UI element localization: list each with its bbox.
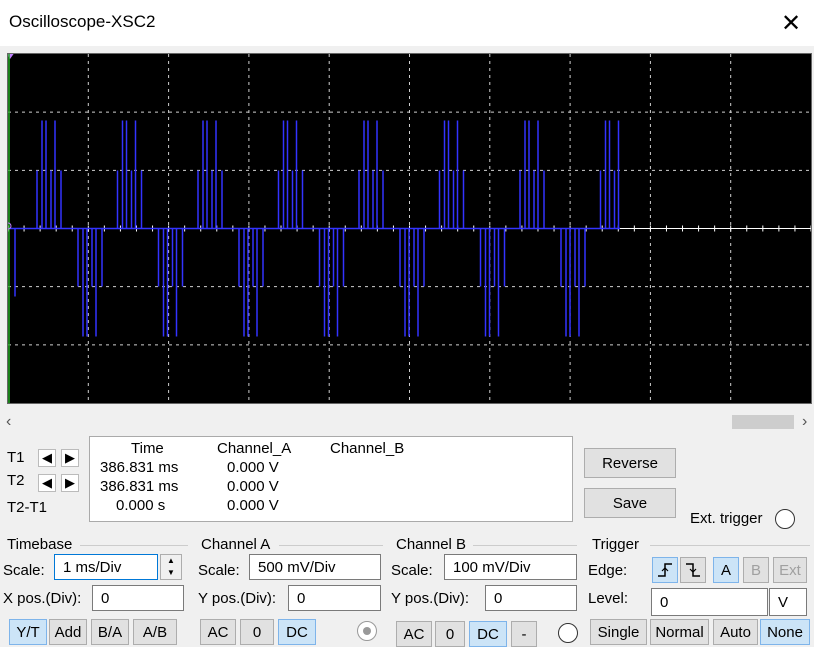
falling-edge-icon[interactable]: [680, 557, 706, 583]
close-icon[interactable]: ✕: [768, 0, 814, 46]
t1-time: 386.831 ms: [100, 459, 179, 476]
channel-b-ypos-input[interactable]: 0: [485, 585, 577, 611]
mode-ab-button[interactable]: A/B: [133, 619, 177, 645]
timebase-xpos-label: X pos.(Div):: [3, 590, 82, 607]
mode-add-button[interactable]: Add: [49, 619, 87, 645]
oscilloscope-screen: [7, 53, 812, 404]
timebase-xpos-input[interactable]: 0: [92, 585, 184, 611]
t1-label: T1: [7, 449, 25, 466]
title-bar: Oscilloscope-XSC2 ✕: [0, 0, 814, 46]
channel-a-ypos-label: Y pos.(Div):: [198, 590, 277, 607]
trigger-auto-button[interactable]: Auto: [713, 619, 758, 645]
ext-trigger-label: Ext. trigger: [690, 510, 763, 527]
trigger-level-label: Level:: [588, 590, 629, 607]
t2-t1-label: T2-T1: [7, 499, 48, 516]
trigger-source-a-button[interactable]: A: [713, 557, 739, 583]
channel-a-ypos-input[interactable]: 0: [288, 585, 381, 611]
save-button[interactable]: Save: [584, 488, 676, 518]
trigger-level-unit[interactable]: V: [769, 588, 807, 616]
channel-a-zero-button[interactable]: 0: [240, 619, 274, 645]
horizontal-scrollbar[interactable]: ‹ ›: [0, 413, 814, 431]
channel-b-minus-button[interactable]: -: [511, 621, 537, 647]
scope-frame: [0, 46, 814, 410]
channel-b-ypos-label: Y pos.(Div):: [391, 590, 470, 607]
timebase-title: Timebase: [7, 536, 73, 553]
header-channel-a: Channel_A: [217, 440, 292, 457]
t1-right-arrow-icon[interactable]: ▶: [61, 449, 79, 467]
rising-edge-icon[interactable]: [652, 557, 678, 583]
trigger-none-button[interactable]: None: [760, 619, 810, 645]
trigger-source-ext-button[interactable]: Ext: [773, 557, 807, 583]
header-time: Time: [131, 440, 164, 457]
scroll-thumb[interactable]: [732, 415, 794, 429]
channel-a-ac-button[interactable]: AC: [200, 619, 236, 645]
scroll-left-icon[interactable]: ‹: [6, 413, 11, 431]
cursor-readout: Time Channel_A Channel_B 386.831 ms 0.00…: [89, 436, 573, 522]
channel-a-scale-label: Scale:: [198, 562, 240, 579]
trigger-single-button[interactable]: Single: [590, 619, 647, 645]
trigger-source-b-button[interactable]: B: [743, 557, 769, 583]
channel-b-ac-button[interactable]: AC: [396, 621, 432, 647]
t2-left-arrow-icon[interactable]: ◀: [38, 474, 56, 492]
timebase-scale-input[interactable]: 1 ms/Div: [54, 554, 158, 580]
mode-yt-button[interactable]: Y/T: [9, 619, 47, 645]
channel-b-radio[interactable]: [558, 623, 578, 643]
channel-a-trace: [8, 120, 620, 337]
t2-right-arrow-icon[interactable]: ▶: [61, 474, 79, 492]
waveform-display: [8, 54, 811, 403]
channel-b-scale-label: Scale:: [391, 562, 433, 579]
header-channel-b: Channel_B: [330, 440, 405, 457]
t2-label: T2: [7, 472, 25, 489]
t1-channel-a: 0.000 V: [227, 459, 279, 476]
delta-channel-a: 0.000 V: [227, 497, 279, 514]
channel-a-dc-button[interactable]: DC: [278, 619, 316, 645]
t2-time: 386.831 ms: [100, 478, 179, 495]
channel-b-zero-button[interactable]: 0: [435, 621, 465, 647]
ext-trigger-radio[interactable]: [775, 509, 795, 529]
channel-b-scale-input[interactable]: 100 mV/Div: [444, 554, 577, 580]
delta-time: 0.000 s: [116, 497, 166, 514]
channel-b-dc-button[interactable]: DC: [469, 621, 507, 647]
trigger-normal-button[interactable]: Normal: [650, 619, 709, 645]
trigger-level-input[interactable]: 0: [651, 588, 768, 616]
reverse-button[interactable]: Reverse: [584, 448, 676, 478]
scroll-right-icon[interactable]: ›: [802, 413, 807, 431]
channel-a-title: Channel A: [201, 536, 271, 553]
mode-ba-button[interactable]: B/A: [91, 619, 129, 645]
t2-channel-a: 0.000 V: [227, 478, 279, 495]
channel-b-title: Channel B: [396, 536, 467, 553]
trigger-title: Trigger: [592, 536, 639, 553]
timebase-scale-label: Scale:: [3, 562, 45, 579]
timebase-spinner[interactable]: ▲ ▼: [160, 554, 182, 580]
channel-a-scale-input[interactable]: 500 mV/Div: [249, 554, 381, 580]
trigger-edge-label: Edge:: [588, 562, 628, 579]
window-title: Oscilloscope-XSC2: [9, 12, 156, 31]
t1-left-arrow-icon[interactable]: ◀: [38, 449, 56, 467]
channel-a-radio[interactable]: [357, 621, 377, 641]
